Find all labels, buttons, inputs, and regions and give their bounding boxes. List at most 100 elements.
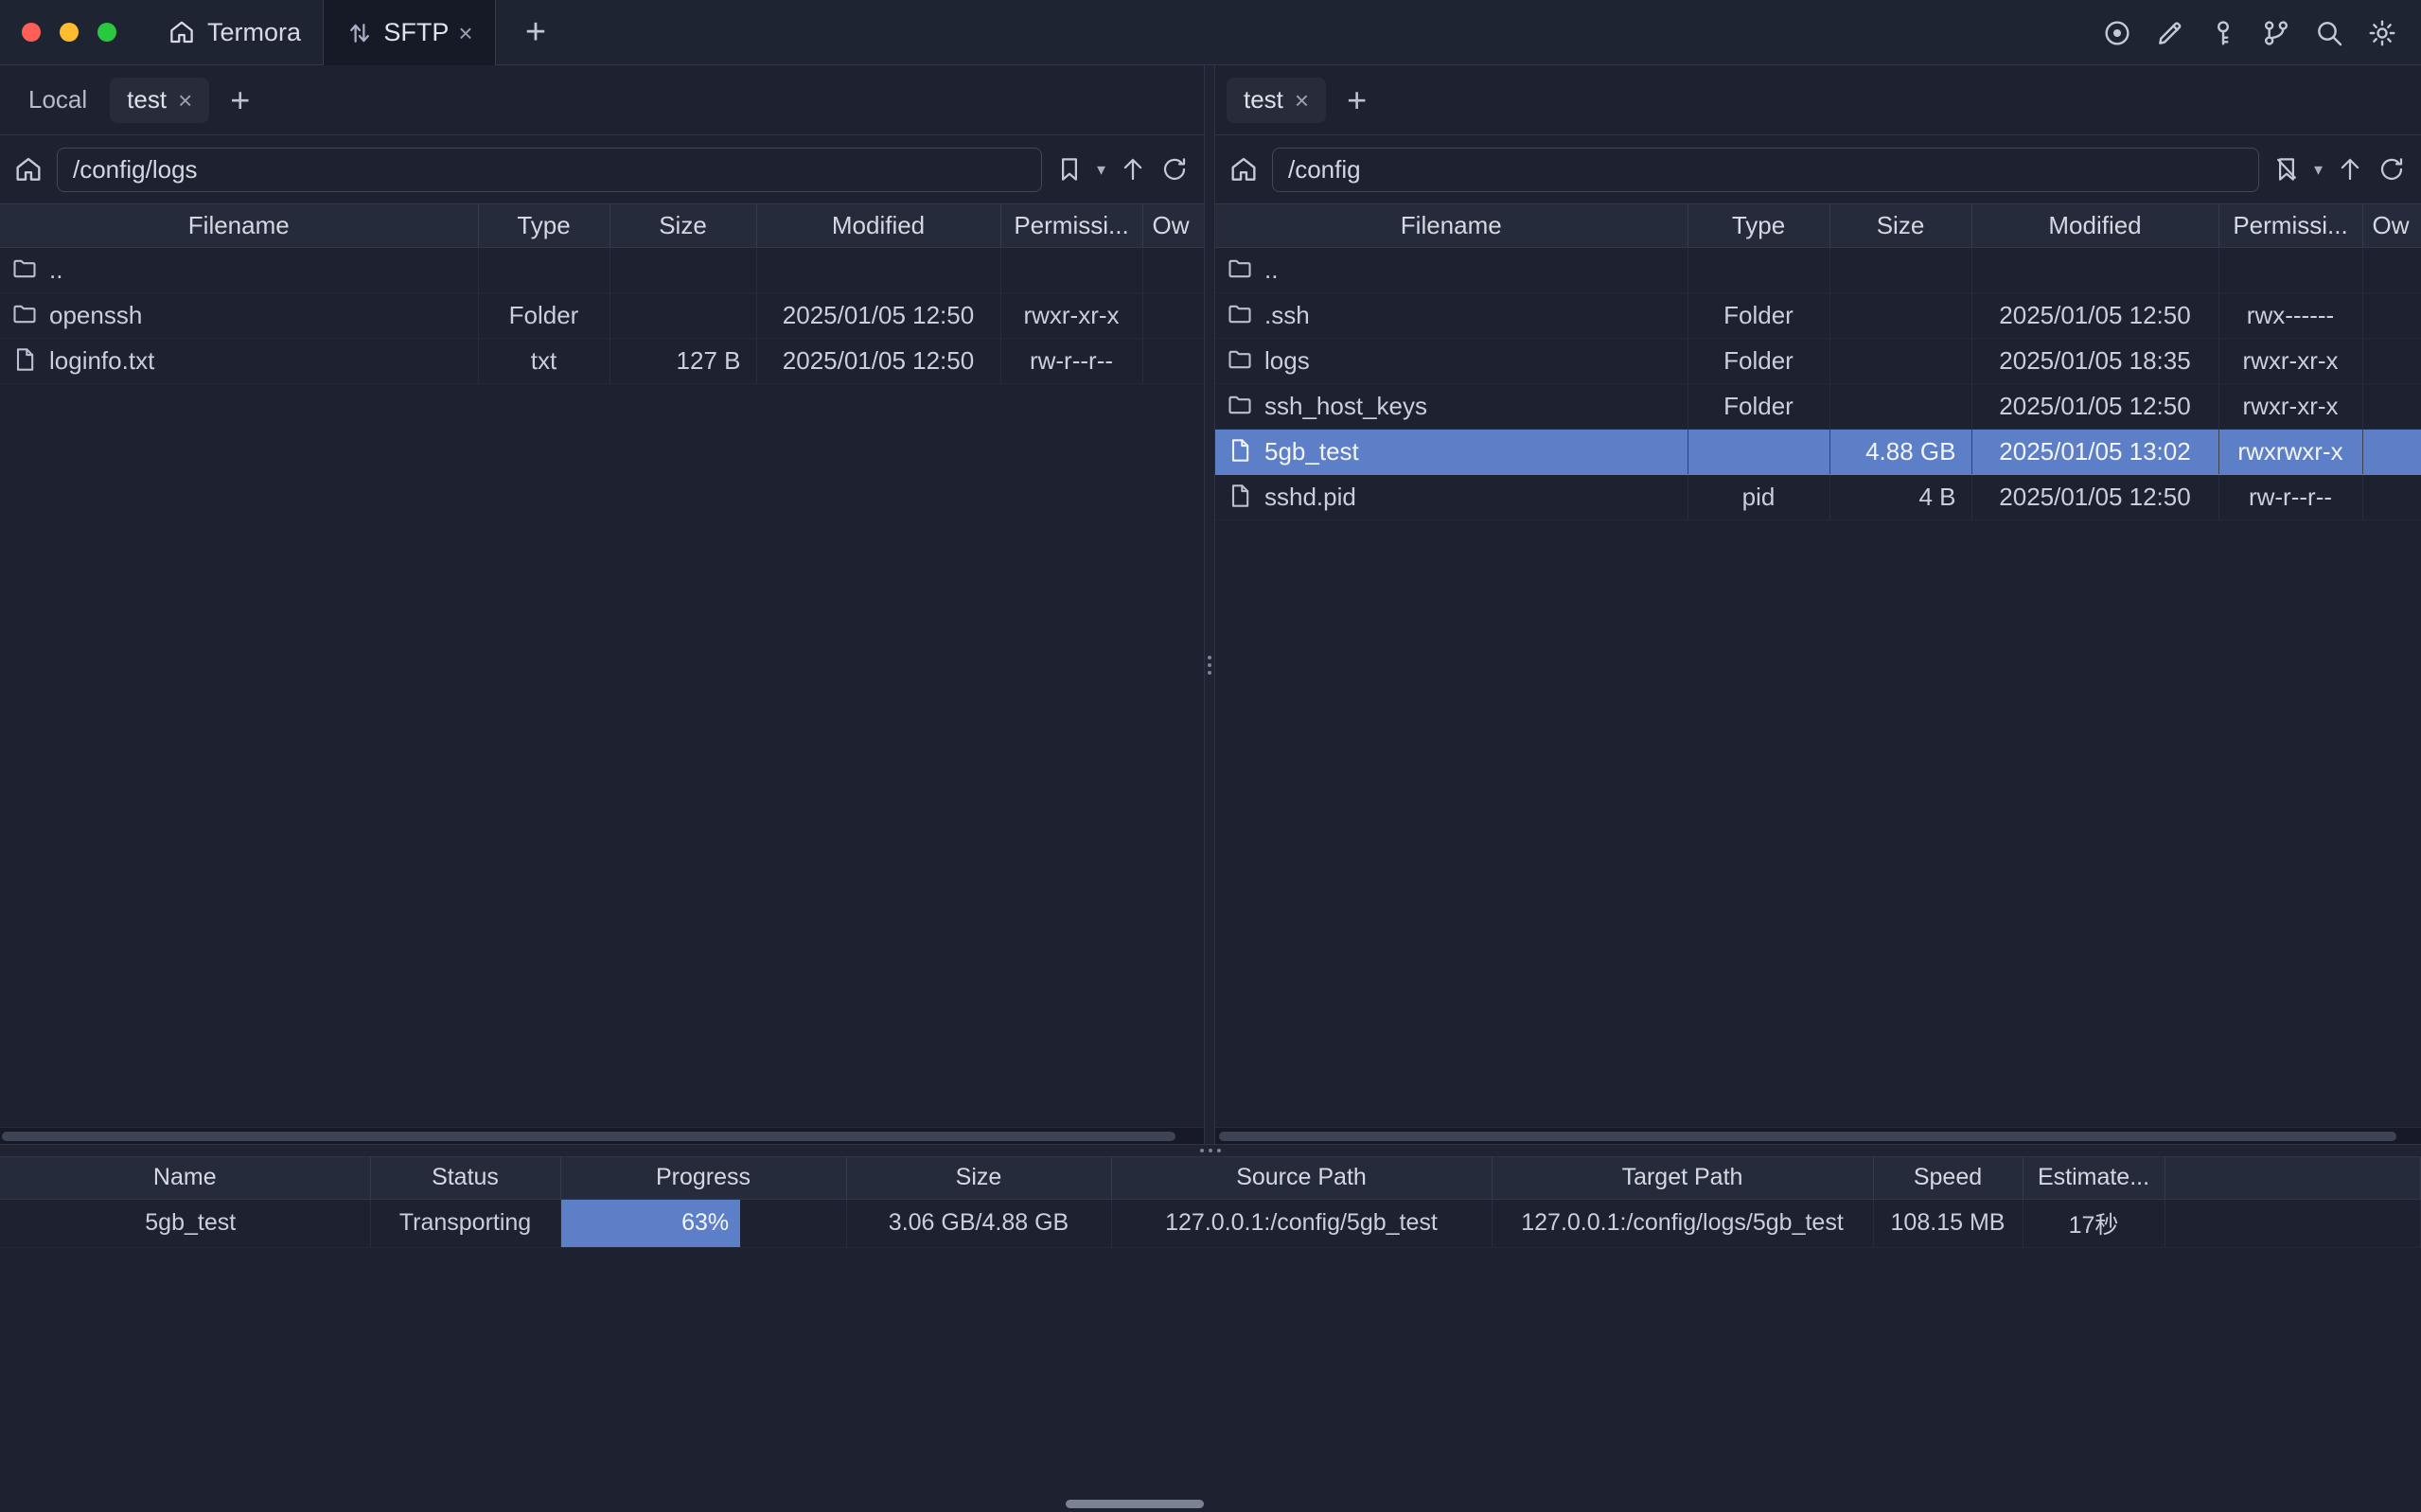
cell-size: [1829, 293, 1971, 339]
record-icon: [2102, 18, 2132, 48]
bookmark-button[interactable]: [1055, 155, 1084, 184]
right-pane-tabs: test × +: [1215, 65, 2421, 135]
add-tab-button[interactable]: +: [215, 80, 265, 120]
cell-modified: [756, 248, 1000, 293]
column-header-type[interactable]: Type: [1688, 204, 1829, 248]
search-button[interactable]: [2313, 17, 2345, 49]
bookmark-button[interactable]: [2272, 155, 2301, 184]
path-input[interactable]: [57, 148, 1042, 192]
column-header-name[interactable]: Name: [0, 1157, 370, 1199]
branch-button[interactable]: [2260, 17, 2292, 49]
settings-button[interactable]: [2366, 17, 2398, 49]
file-icon: [1227, 483, 1253, 509]
cell-size: [1829, 384, 1971, 430]
column-header-source-path[interactable]: Source Path: [1111, 1157, 1492, 1199]
column-header-target-path[interactable]: Target Path: [1492, 1157, 1873, 1199]
zoom-window-button[interactable]: [97, 23, 116, 42]
cell-size: [610, 293, 756, 339]
tab-close-icon[interactable]: ×: [178, 88, 192, 113]
column-header-filename[interactable]: Filename: [0, 204, 478, 248]
column-header-size[interactable]: Size: [610, 204, 756, 248]
edit-button[interactable]: [2154, 17, 2186, 49]
file-row-parent[interactable]: ..: [0, 248, 1204, 293]
cell-filler: [2165, 1199, 2421, 1247]
cell-owner: [2362, 430, 2421, 475]
column-header-owner[interactable]: Ow: [1142, 204, 1204, 248]
tab-test-right[interactable]: test ×: [1227, 78, 1326, 123]
cell-target-path: 127.0.0.1:/config/logs/5gb_test: [1492, 1199, 1873, 1247]
tab-test-label: test: [127, 85, 167, 114]
cell-type: [478, 248, 610, 293]
column-header-owner[interactable]: Ow: [2362, 204, 2421, 248]
column-header-size[interactable]: Size: [1829, 204, 1971, 248]
bookmark-dropdown-caret[interactable]: ▾: [1097, 160, 1105, 180]
cell-type: Folder: [1688, 293, 1829, 339]
transfer-panel-splitter[interactable]: [0, 1144, 2421, 1157]
cell-transfer-size: 3.06 GB/4.88 GB: [846, 1199, 1111, 1247]
new-window-tab-button[interactable]: +: [507, 0, 564, 65]
cell-owner: [2362, 248, 2421, 293]
column-header-progress[interactable]: Progress: [560, 1157, 846, 1199]
sftp-tab-close-icon[interactable]: ×: [458, 21, 472, 45]
column-header-size[interactable]: Size: [846, 1157, 1111, 1199]
bottom-mini-scrollbar[interactable]: [1066, 1500, 1204, 1508]
path-input[interactable]: [1272, 148, 2259, 192]
scrollbar-thumb[interactable]: [2, 1132, 1175, 1141]
left-pathbar: ▾: [0, 135, 1204, 203]
scrollbar-thumb[interactable]: [1219, 1132, 2396, 1141]
file-row-ssh[interactable]: .ssh Folder 2025/01/05 12:50 rwx------: [1215, 293, 2421, 339]
titlebar: Termora SFTP × +: [0, 0, 2421, 65]
tab-close-icon[interactable]: ×: [1295, 88, 1309, 113]
tab-test-label: test: [1244, 85, 1283, 114]
file-name: ..: [1264, 255, 1278, 284]
cell-owner: [2362, 384, 2421, 430]
refresh-button[interactable]: [1160, 155, 1189, 184]
key-button[interactable]: [2207, 17, 2239, 49]
bookmark-dropdown-caret[interactable]: ▾: [2314, 160, 2323, 180]
cell-size: 4.88 GB: [1829, 430, 1971, 475]
column-header-modified[interactable]: Modified: [1971, 204, 2218, 248]
column-header-modified[interactable]: Modified: [756, 204, 1000, 248]
home-button[interactable]: [13, 154, 44, 185]
file-icon: [11, 346, 38, 373]
app-home-tab[interactable]: Termora: [168, 18, 301, 47]
file-row-sshd-pid[interactable]: sshd.pid pid 4 B 2025/01/05 12:50 rw-r--…: [1215, 475, 2421, 520]
file-row-loginfo[interactable]: loginfo.txt txt 127 B 2025/01/05 12:50 r…: [0, 339, 1204, 384]
transfer-row-5gb-test[interactable]: 5gb_test Transporting 63% 3.06 GB/4.88 G…: [0, 1199, 2421, 1247]
tab-local[interactable]: Local: [11, 78, 104, 123]
cell-permissions: rw-r--r--: [1000, 339, 1142, 384]
column-header-speed[interactable]: Speed: [1873, 1157, 2023, 1199]
file-row-parent[interactable]: ..: [1215, 248, 2421, 293]
minimize-window-button[interactable]: [60, 23, 79, 42]
file-row-logs[interactable]: logs Folder 2025/01/05 18:35 rwxr-xr-x: [1215, 339, 2421, 384]
file-row-5gb-test-selected[interactable]: 5gb_test 4.88 GB 2025/01/05 13:02 rwxrwx…: [1215, 430, 2421, 475]
cell-filename: loginfo.txt: [0, 339, 478, 384]
add-tab-button[interactable]: +: [1332, 80, 1382, 120]
tab-test-left[interactable]: test ×: [110, 78, 209, 123]
tab-sftp[interactable]: SFTP ×: [323, 0, 496, 65]
close-window-button[interactable]: [22, 23, 41, 42]
right-file-table: Filename Type Size Modified Permissi... …: [1215, 203, 2421, 520]
home-button[interactable]: [1228, 154, 1259, 185]
column-header-estimate[interactable]: Estimate...: [2023, 1157, 2165, 1199]
file-name: sshd.pid: [1264, 483, 1356, 511]
parent-directory-button[interactable]: [1119, 155, 1147, 184]
right-horizontal-scrollbar[interactable]: [1215, 1127, 2421, 1144]
column-header-type[interactable]: Type: [478, 204, 610, 248]
cell-owner: [2362, 339, 2421, 384]
file-row-ssh-host-keys[interactable]: ssh_host_keys Folder 2025/01/05 12:50 rw…: [1215, 384, 2421, 430]
record-button[interactable]: [2101, 17, 2133, 49]
cell-permissions: [1000, 248, 1142, 293]
refresh-button[interactable]: [2377, 155, 2406, 184]
pane-splitter[interactable]: [1204, 65, 1215, 1144]
cell-filename: ..: [1215, 248, 1688, 293]
parent-directory-button[interactable]: [2336, 155, 2364, 184]
column-header-permissions[interactable]: Permissi...: [1000, 204, 1142, 248]
column-header-permissions[interactable]: Permissi...: [2218, 204, 2362, 248]
left-pane-tabs: Local test × +: [0, 65, 1204, 135]
column-header-status[interactable]: Status: [370, 1157, 560, 1199]
column-header-filename[interactable]: Filename: [1215, 204, 1688, 248]
left-horizontal-scrollbar[interactable]: [0, 1127, 1204, 1144]
file-row-openssh[interactable]: openssh Folder 2025/01/05 12:50 rwxr-xr-…: [0, 293, 1204, 339]
cell-owner: [1142, 339, 1204, 384]
